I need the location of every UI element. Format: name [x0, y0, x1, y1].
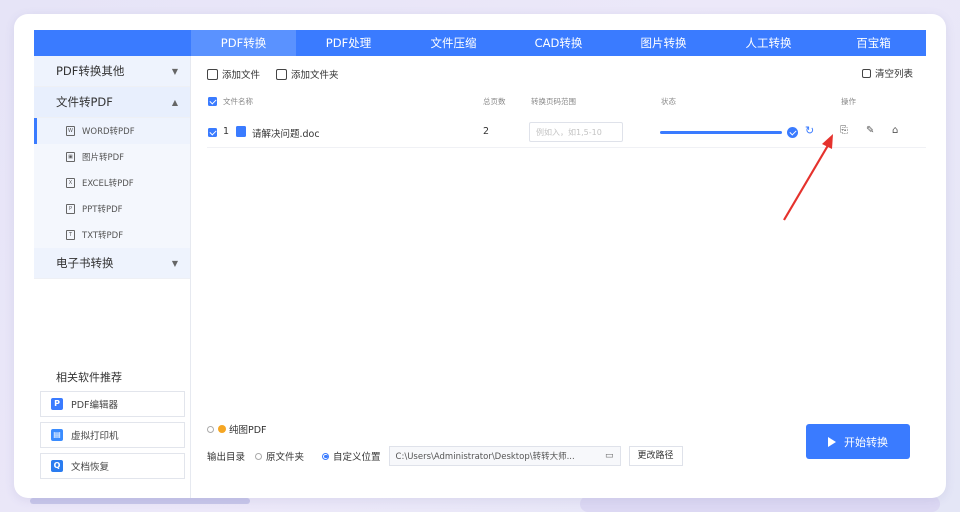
tab-image-convert[interactable]: 图片转换: [611, 30, 716, 56]
clear-list-label: 清空列表: [875, 69, 914, 80]
clear-list-button[interactable]: 清空列表: [862, 66, 913, 80]
word-file-icon: W: [66, 126, 75, 136]
pure-image-radio[interactable]: [207, 425, 214, 433]
background-glow: [580, 496, 940, 512]
custom-location-radio[interactable]: [322, 452, 330, 460]
row-checkbox[interactable]: [208, 128, 217, 137]
sidebar-item-ppt-to-pdf[interactable]: P PPT转PDF: [34, 196, 190, 222]
header-status: 状态: [661, 97, 676, 106]
sidebar-item-label: PPT转PDF: [82, 205, 123, 215]
printer-icon: ▤: [51, 429, 63, 441]
header-ops: 操作: [841, 97, 856, 106]
start-convert-button[interactable]: 开始转换: [806, 424, 910, 459]
change-path-button[interactable]: 更改路径: [628, 446, 683, 466]
triangle-up-icon: ▲: [171, 97, 178, 107]
sidebar-item-label: WORD转PDF: [82, 127, 135, 137]
image-file-icon: ▣: [66, 152, 75, 162]
recommend-item-label: PDF编辑器: [71, 400, 119, 411]
sidebar-group-label: 电子书转换: [56, 256, 114, 270]
recommend-item-label: 虚拟打印机: [71, 431, 119, 442]
add-file-icon: [207, 68, 218, 80]
sidebar-group-label: PDF转换其他: [56, 64, 125, 78]
triangle-down-icon: ▼: [171, 258, 178, 268]
header-filename: 文件名称: [223, 97, 253, 106]
arrow-shaft: [783, 141, 831, 221]
sidebar-item-label: EXCEL转PDF: [82, 179, 134, 189]
output-path-field[interactable]: C:\Users\Administrator\Desktop\转转大师... ▭: [388, 446, 621, 466]
app-window: PDF转换 PDF处理 文件压缩 CAD转换 图片转换 人工转换 百宝箱 PDF…: [14, 14, 946, 498]
txt-file-icon: T: [66, 230, 75, 240]
header-range: 转换页码范围: [531, 97, 576, 106]
sidebar-group-pdf-to-other[interactable]: PDF转换其他 ▼: [34, 56, 190, 87]
table-header: 文件名称 总页数 转换页码范围 状态 操作: [207, 94, 926, 110]
recommend-pdf-editor[interactable]: P PDF编辑器: [40, 391, 185, 417]
triangle-down-icon: ▼: [171, 66, 178, 76]
sidebar-group-file-to-pdf[interactable]: 文件转PDF ▲: [34, 87, 190, 118]
top-nav: PDF转换 PDF处理 文件压缩 CAD转换 图片转换 人工转换 百宝箱: [34, 30, 926, 56]
add-folder-label: 添加文件夹: [291, 70, 339, 81]
add-file-label: 添加文件: [222, 70, 261, 81]
open-file-icon[interactable]: ⎘: [840, 125, 848, 136]
source-folder-radio[interactable]: [255, 452, 263, 460]
progress-bar: [660, 131, 782, 134]
edit-icon[interactable]: ✎: [866, 125, 874, 136]
output-directory-row: 输出目录 原文件夹 自定义位置 C:\Users\Administrator\D…: [207, 446, 683, 466]
excel-file-icon: X: [66, 178, 75, 188]
sidebar-item-label: 图片转PDF: [82, 153, 125, 163]
pure-image-label: 纯图PDF: [229, 425, 267, 436]
sidebar-item-excel-to-pdf[interactable]: X EXCEL转PDF: [34, 170, 190, 196]
refresh-icon[interactable]: ↻: [805, 124, 814, 137]
play-icon: [828, 436, 836, 447]
sidebar-item-word-to-pdf[interactable]: W WORD转PDF: [34, 118, 190, 144]
sidebar-item-txt-to-pdf[interactable]: T TXT转PDF: [34, 222, 190, 248]
pure-image-option[interactable]: 纯图PDF: [207, 422, 267, 436]
sidebar-group-label: 文件转PDF: [56, 95, 113, 109]
start-convert-label: 开始转换: [844, 435, 888, 449]
sidebar-group-ebook[interactable]: 电子书转换 ▼: [34, 248, 190, 279]
ppt-file-icon: P: [66, 204, 75, 214]
table-row: 1 请解决问题.doc 2 ↻ ⎘ ✎ ⌂: [207, 118, 926, 148]
page-range-input[interactable]: [529, 122, 623, 142]
crown-icon: [218, 425, 226, 433]
tab-toolbox[interactable]: 百宝箱: [821, 30, 926, 56]
sidebar-item-label: TXT转PDF: [82, 231, 124, 241]
add-file-button[interactable]: 添加文件: [207, 67, 260, 81]
sidebar-item-image-to-pdf[interactable]: ▣ 图片转PDF: [34, 144, 190, 170]
recommend-item-label: 文档恢复: [71, 462, 110, 473]
header-pages: 总页数: [483, 97, 506, 106]
clear-list-icon: [862, 68, 871, 78]
folder-icon[interactable]: ▭: [605, 451, 614, 461]
recommend-title: 相关软件推荐: [56, 371, 122, 384]
background-glow: [30, 498, 250, 504]
pdf-editor-icon: P: [51, 398, 63, 410]
recovery-icon: Q: [51, 460, 63, 472]
delete-icon[interactable]: ⌂: [892, 125, 898, 136]
recommend-virtual-printer[interactable]: ▤ 虚拟打印机: [40, 422, 185, 448]
output-label: 输出目录: [207, 452, 246, 463]
source-folder-label: 原文件夹: [266, 452, 305, 463]
word-doc-icon: [236, 126, 246, 137]
tab-manual-convert[interactable]: 人工转换: [716, 30, 821, 56]
select-all-checkbox[interactable]: [208, 97, 217, 106]
custom-location-label: 自定义位置: [333, 452, 381, 463]
recommend-doc-recovery[interactable]: Q 文档恢复: [40, 453, 185, 479]
output-path-text: C:\Users\Administrator\Desktop\转转大师...: [395, 452, 575, 462]
tab-cad-convert[interactable]: CAD转换: [506, 30, 611, 56]
tab-file-compress[interactable]: 文件压缩: [401, 30, 506, 56]
tab-pdf-convert[interactable]: PDF转换: [191, 30, 296, 56]
row-index: 1: [223, 126, 230, 137]
file-toolbar: 添加文件 添加文件夹: [207, 66, 355, 82]
add-folder-icon: [276, 68, 288, 80]
row-filename: 请解决问题.doc: [252, 129, 320, 140]
add-folder-button[interactable]: 添加文件夹: [276, 67, 339, 81]
tab-pdf-process[interactable]: PDF处理: [296, 30, 401, 56]
row-pages: 2: [483, 126, 490, 137]
check-circle-icon: [787, 127, 798, 138]
sidebar: PDF转换其他 ▼ 文件转PDF ▲ W WORD转PDF ▣ 图片转PDF X…: [34, 56, 191, 498]
